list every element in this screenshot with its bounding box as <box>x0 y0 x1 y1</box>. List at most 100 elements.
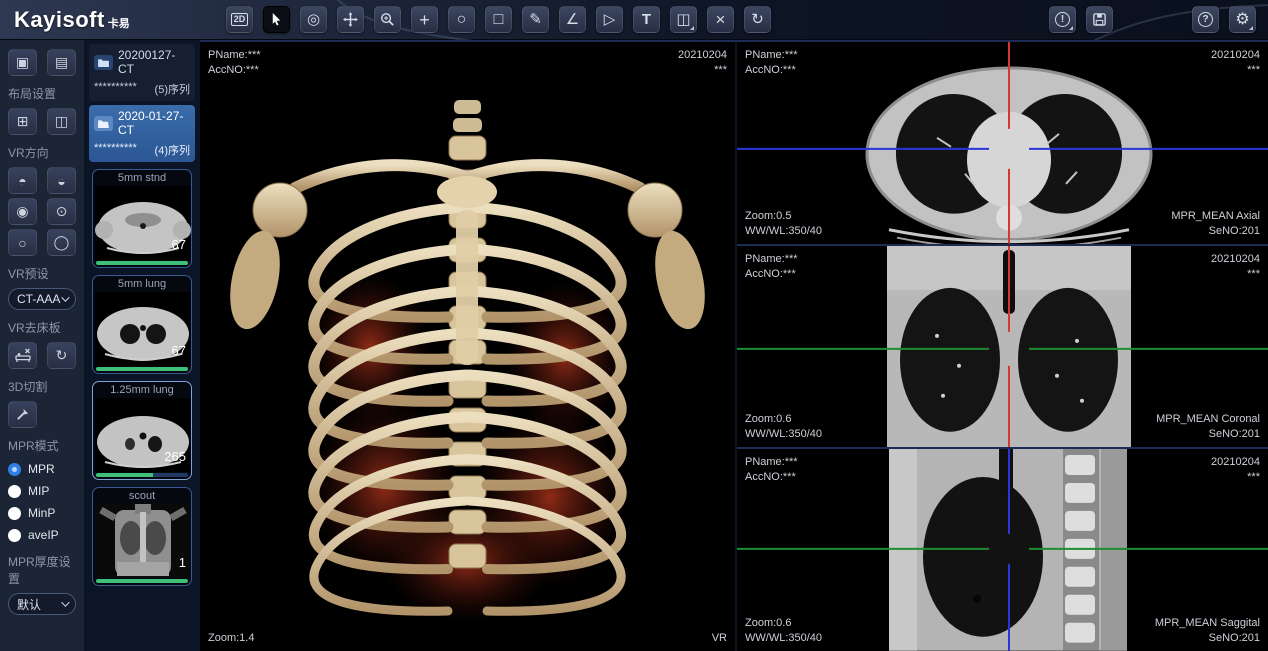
study-item-2-selected[interactable]: 2020-01-27-CT ********** (4)序列 <box>89 105 195 162</box>
vr-direction-right-button[interactable]: ⊙ <box>47 198 76 225</box>
folder-open-icon <box>94 116 113 131</box>
mpr-thickness-select[interactable]: 默认 <box>8 593 76 615</box>
study-date: 2020-01-27-CT <box>118 109 190 137</box>
thumbnail-image-count: 67 <box>172 237 186 252</box>
head-right-icon: ⊙ <box>56 203 68 220</box>
mpr-axial-viewport[interactable]: PName:***AccNO:*** 20210204*** Zoom:0.5W… <box>737 42 1268 244</box>
folder-closed-icon <box>94 55 113 70</box>
thumbnail-image: 1 <box>95 504 191 578</box>
gear-icon: ⚙ <box>1235 12 1249 28</box>
cursor-icon <box>269 12 284 27</box>
thumbnail-image: 67 <box>95 292 191 366</box>
tool-ellipse-button[interactable]: ○ <box>448 6 475 33</box>
series-thumbnail-scout[interactable]: scout 1 <box>92 487 192 586</box>
tool-save-button[interactable] <box>1086 6 1113 33</box>
scalpel-button[interactable] <box>8 401 37 428</box>
radio-aveip[interactable]: aveIP <box>8 528 76 542</box>
app-logo-text: Kayisoft <box>14 7 105 33</box>
grid-2x2-layout-button[interactable]: ⊞ <box>8 108 37 135</box>
vr-direction-bottom-button[interactable]: ◯ <box>47 229 76 256</box>
tool-window-level-button[interactable]: ◫ <box>670 6 697 33</box>
study-item-1[interactable]: 20200127-CT ********** (5)序列 <box>89 44 195 101</box>
radio-minp[interactable]: MinP <box>8 506 76 520</box>
axial-study-overlay: 20210204*** <box>1211 48 1260 78</box>
tool-text-annotation-button[interactable]: T <box>633 6 660 33</box>
sagittal-type-overlay: MPR_MEAN SaggitalSeNO:201 <box>1155 616 1260 646</box>
tool-2d-view-button[interactable]: 2D <box>226 6 253 33</box>
tool-help-button[interactable]: ? <box>1192 6 1219 33</box>
vr-direction-back-button[interactable]: ◒ <box>47 167 76 194</box>
mpr-coronal-viewport[interactable]: PName:***AccNO:*** 20210204*** Zoom:0.6W… <box>737 244 1268 448</box>
study-series-count: (5)序列 <box>155 81 190 97</box>
radio-label: MIP <box>28 484 49 498</box>
coronal-patient-overlay: PName:***AccNO:*** <box>745 252 798 282</box>
mpr-mode-label: MPR模式 <box>8 437 76 454</box>
thumbnail-progress-bar <box>96 473 188 477</box>
toolbar-secondary-group: ! <box>1049 6 1113 33</box>
thumbnail-label: 1.25mm lung <box>95 384 189 398</box>
cobb-angle-icon: ▷ <box>604 12 616 27</box>
tool-measure-button[interactable]: ✎ <box>522 6 549 33</box>
report-layout-button[interactable]: ▤ <box>47 49 76 76</box>
axial-type-overlay: MPR_MEAN AxialSeNO:201 <box>1171 209 1260 239</box>
mpr-sagittal-viewport[interactable]: PName:***AccNO:*** 20210204*** Zoom:0.6W… <box>737 447 1268 651</box>
mpr-thickness-label: MPR厚度设置 <box>8 553 76 587</box>
ellipse-icon: ○ <box>457 12 467 28</box>
tool-pan-button[interactable] <box>337 6 364 33</box>
series-thumbnail-125mm-lung[interactable]: 1.25mm lung 265 <box>92 381 192 480</box>
toolbar-right-group: ? ⚙ <box>1192 6 1256 33</box>
vr-direction-label: VR方向 <box>8 144 76 161</box>
chevron-down-icon <box>61 293 69 301</box>
thumbnail-progress-bar <box>96 579 188 583</box>
report-layout-icon: ▤ <box>55 54 68 71</box>
radio-label: aveIP <box>28 528 59 542</box>
coronal-type-overlay: MPR_MEAN CoronalSeNO:201 <box>1156 412 1260 442</box>
reset-icon: ↻ <box>56 347 68 364</box>
app-logo: Kayisoft 卡易 <box>0 7 188 33</box>
tool-info-button[interactable]: ! <box>1049 6 1076 33</box>
vr-direction-top-button[interactable]: ○ <box>8 229 37 256</box>
thumbnail-image: 67 <box>95 186 191 260</box>
tool-angle-button[interactable]: ∠ <box>559 6 586 33</box>
vr-reset-button[interactable]: ↻ <box>47 342 76 369</box>
save-icon <box>1092 12 1107 27</box>
tool-select-button[interactable] <box>263 6 290 33</box>
pencil-icon: ✎ <box>529 12 542 27</box>
tool-cine-button[interactable]: ◎ <box>300 6 327 33</box>
bed-remove-icon <box>15 348 31 363</box>
sagittal-study-overlay: 20210204*** <box>1211 455 1260 485</box>
tool-rectangle-button[interactable]: □ <box>485 6 512 33</box>
tool-delete-button[interactable]: × <box>707 6 734 33</box>
sagittal-zoom-overlay: Zoom:0.6WW/WL:350/40 <box>745 616 822 646</box>
series-thumbnail-5mm-lung[interactable]: 5mm lung 67 <box>92 275 192 374</box>
grid-1x2-icon: ◫ <box>55 113 68 130</box>
top-toolbar: Kayisoft 卡易 2D ◎ + ○ □ ✎ ∠ ▷ T <box>0 0 1268 40</box>
thumbnail-label: 5mm lung <box>95 278 189 292</box>
radio-button <box>8 485 21 498</box>
remove-bed-button[interactable] <box>8 342 37 369</box>
vr-preset-select[interactable]: CT-AAA <box>8 288 76 310</box>
sternum <box>456 210 478 365</box>
vr-zoom-overlay: Zoom:1.4 <box>208 631 254 646</box>
study-patient-id: ********** <box>94 81 137 97</box>
radio-mpr[interactable]: MPR <box>8 462 76 476</box>
tool-reset-button[interactable]: ↻ <box>744 6 771 33</box>
coronal-zoom-overlay: Zoom:0.6WW/WL:350/40 <box>745 412 822 442</box>
tool-zoom-button[interactable] <box>374 6 401 33</box>
viewer-layout-button[interactable]: ▣ <box>8 49 37 76</box>
tool-crosshair-button[interactable]: + <box>411 6 438 33</box>
series-thumbnail-5mm-stnd[interactable]: 5mm stnd 67 <box>92 169 192 268</box>
vr-study-overlay: 20210204*** <box>678 48 727 78</box>
radio-label: MPR <box>28 462 55 476</box>
radio-mip[interactable]: MIP <box>8 484 76 498</box>
radio-label: MinP <box>28 506 55 520</box>
app-logo-cn: 卡易 <box>108 15 130 31</box>
vr-viewport[interactable]: PName:***AccNO:*** 20210204*** Zoom:1.4 … <box>200 42 735 651</box>
cine-icon: ◎ <box>307 12 320 27</box>
grid-1x2-layout-button[interactable]: ◫ <box>47 108 76 135</box>
tool-cobb-angle-button[interactable]: ▷ <box>596 6 623 33</box>
vr-direction-front-button[interactable]: ◓ <box>8 167 37 194</box>
sagittal-patient-overlay: PName:***AccNO:*** <box>745 455 798 485</box>
tool-settings-button[interactable]: ⚙ <box>1229 6 1256 33</box>
vr-direction-left-button[interactable]: ◉ <box>8 198 37 225</box>
